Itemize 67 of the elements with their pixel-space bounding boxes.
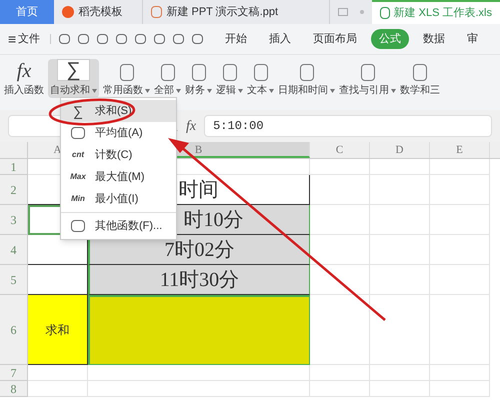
tab-label: 首页 [16,4,38,20]
table-cell [370,365,430,381]
ribbon-button[interactable]: ∑ 自动求和 [48,59,99,98]
ribbon-button[interactable]: 财务 [185,59,212,98]
tab-label: 新建 PPT 演示文稿.ppt [166,4,278,20]
tab-label: 稻壳模板 [78,4,122,20]
function-icon: Max [69,171,87,183]
table-cell [310,381,370,397]
function-icon: ∑ [57,59,90,81]
table-cell [310,205,370,235]
table-cell [430,265,490,295]
table-cell [370,235,430,265]
function-icon: ∑ [69,100,87,122]
table-cell: 7时02分 [88,235,310,265]
table-cell [370,381,430,397]
function-icon: cnt [69,149,87,161]
table-cell: 求和 [28,295,88,365]
tab[interactable]: 新建 PPT 演示文稿.ppt [143,0,330,24]
tab[interactable]: 新建 XLS 工作表.xls [372,0,500,24]
ribbon-button[interactable]: 数学和三 [400,59,440,98]
ppt-icon [151,6,162,18]
table-cell [430,365,490,381]
ribbon-button[interactable]: 文本 [247,59,274,98]
table-cell: 11时30分 [88,265,310,295]
table-cell [370,295,430,365]
function-label[interactable]: fx [186,116,196,136]
docer-icon [62,6,74,18]
ribbon-button[interactable]: fx 插入函数 [4,59,44,98]
tab[interactable]: 稻壳模板 [54,0,144,24]
table-cell [28,381,88,397]
table-cell [430,235,490,265]
function-icon: Min [69,193,87,205]
ribbon-button[interactable]: 常用函数 [103,59,150,98]
ribbon-button[interactable]: 查找与引用 [339,59,396,98]
menu-item[interactable]: 平均值(A) [61,122,176,144]
column-header[interactable]: E [430,142,490,158]
menu-icon[interactable]: ≡ [8,32,16,46]
table-cell [430,381,490,397]
tab-label: 新建 XLS 工作表.xls [394,6,492,21]
table-cell [370,205,430,235]
ribbon-button[interactable]: 逻辑 [216,59,243,98]
table-cell [28,265,88,295]
menu-tab[interactable]: 插入 [261,28,300,50]
table-cell [430,205,490,235]
menu-tab[interactable]: 开始 [217,28,256,50]
table-cell [370,175,430,205]
column-header[interactable]: D [370,142,430,158]
file-menu[interactable]: 文件 [18,30,40,48]
function-icon: fx [16,61,32,81]
menu-tab[interactable]: 审 [459,28,486,50]
table-cell [310,365,370,381]
formula-field[interactable]: 5:10:00 [204,115,492,137]
table-cell [430,295,490,365]
table-cell [310,265,370,295]
table-cell [430,175,490,205]
table-cell [310,295,370,365]
table-cell [310,175,370,205]
ribbon-button[interactable]: 全部 [154,59,181,98]
table-cell [310,235,370,265]
tab[interactable]: 首页 [0,0,54,24]
ribbon-button[interactable]: 日期和时间 [278,59,335,98]
table-cell [28,365,88,381]
column-header[interactable]: C [310,142,370,158]
menu-tab[interactable]: 数据 [415,28,454,50]
menu-tab[interactable]: 页面布局 [305,28,366,50]
table-cell [370,265,430,295]
xls-icon [380,7,390,19]
